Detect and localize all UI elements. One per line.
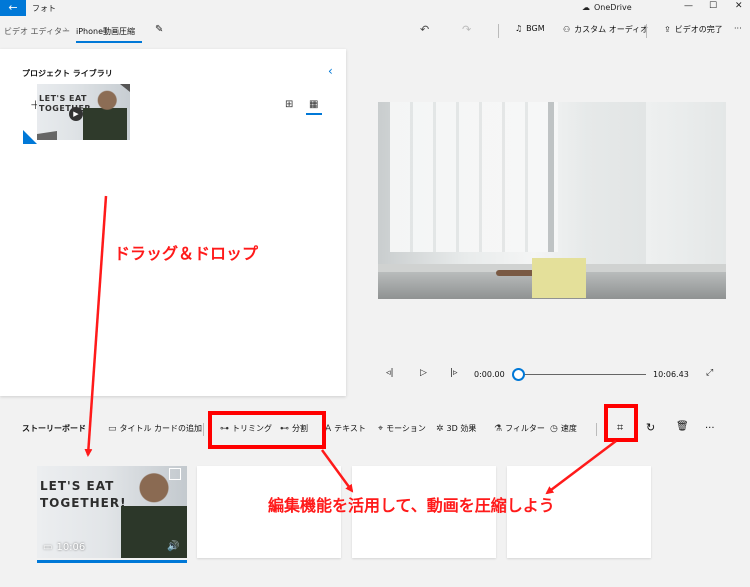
custom-audio-label: カスタム オーディオ [574, 25, 649, 34]
rotate-icon[interactable]: ↻ [646, 421, 655, 434]
motion-button[interactable]: ⌖ モーション [378, 423, 426, 434]
add-title-card-label: タイトル カードの追加 [119, 424, 203, 433]
motion-icon: ⌖ [378, 423, 384, 434]
close-button[interactable]: ✕ [735, 1, 743, 11]
onedrive-status[interactable]: ☁ OneDrive [582, 3, 632, 12]
filter-icon: ⚗ [494, 423, 503, 434]
cloud-icon: ☁ [582, 3, 590, 12]
volume-icon[interactable]: 🔊 [167, 541, 179, 552]
audio-icon: ⚇ [563, 25, 571, 34]
total-time: 10:06.43 [653, 370, 689, 379]
previous-frame-icon[interactable]: ◃| [386, 368, 394, 378]
seek-bar[interactable] [518, 374, 646, 375]
back-button[interactable]: ← [0, 0, 26, 16]
app-title: フォト [32, 4, 56, 13]
clip-select-checkbox[interactable] [169, 468, 181, 480]
clip-duration-value: 10:06 [56, 542, 86, 553]
title-card-icon: ▭ [108, 423, 117, 434]
effects-icon: ✲ [436, 423, 444, 434]
storyboard-clips: LET'S EAT TOGETHER! ▭ 10:06 🔊 [0, 460, 750, 587]
custom-audio-button[interactable]: ⚇ カスタム オーディオ [563, 24, 648, 35]
clip-caption: LET'S EAT TOGETHER! [40, 478, 127, 512]
storyboard-divider [596, 423, 597, 436]
toolbar-divider [498, 24, 499, 38]
delete-icon[interactable]: 🗑 [676, 421, 689, 432]
minimize-button[interactable]: — [684, 1, 693, 11]
player-controls: ◃| ▷ |▹ 0:00.00 10:06.43 ⤢ [378, 364, 726, 384]
clip-duration: ▭ 10:06 [43, 542, 85, 553]
onedrive-label: OneDrive [594, 3, 632, 12]
preview-scene-window-frame [548, 102, 554, 252]
music-note-icon: ♫ [515, 24, 523, 33]
selected-corner-marker [23, 130, 37, 144]
storyboard-title: ストーリーボード [22, 424, 86, 433]
text-label: テキスト [334, 424, 366, 433]
toolbar-divider [646, 24, 647, 38]
storyboard-divider [203, 423, 204, 436]
speed-button[interactable]: ◷ 速度 [550, 423, 577, 434]
3d-effects-label: 3D 効果 [446, 424, 477, 433]
text-button[interactable]: A テキスト [325, 423, 366, 434]
filter-button[interactable]: ⚗ フィルター [494, 423, 545, 434]
motion-label: モーション [386, 424, 426, 433]
small-grid-view-icon[interactable]: ▦ [309, 99, 318, 110]
preview-scene-window [390, 102, 558, 252]
bgm-button[interactable]: ♫ BGM [515, 24, 545, 33]
clip-caption-line: LET'S EAT [40, 479, 115, 493]
add-title-card-button[interactable]: ▭ タイトル カードの追加 [108, 423, 202, 434]
filter-label: フィルター [505, 424, 545, 433]
back-arrow-icon: ← [8, 1, 18, 14]
bgm-label: BGM [526, 24, 545, 33]
drag-drop-annotation: ドラッグ＆ドロップ [114, 244, 259, 263]
speed-label: 速度 [560, 424, 577, 433]
play-icon[interactable]: ▷ [420, 368, 427, 378]
storyboard-clip[interactable]: LET'S EAT TOGETHER! ▭ 10:06 🔊 [37, 466, 187, 558]
speed-icon: ◷ [550, 423, 558, 434]
redo-icon[interactable]: ↷ [462, 23, 471, 36]
maximize-button[interactable]: ☐ [709, 1, 717, 11]
compress-hint-annotation: 編集機能を活用して、動画を圧縮しよう [268, 496, 555, 515]
editor-toolbar: ビデオ エディター › iPhone動画圧縮 ✎ ↶ ↷ ♫ BGM ⚇ カスタ… [0, 17, 750, 45]
storyboard-more-button[interactable]: ··· [705, 423, 715, 434]
next-frame-icon[interactable]: |▹ [450, 368, 458, 378]
video-icon: ▭ [43, 542, 53, 553]
breadcrumb-video-editor[interactable]: ビデオ エディター [4, 26, 70, 37]
finish-video-label: ビデオの完了 [674, 25, 723, 34]
more-options-button[interactable]: ··· [734, 24, 742, 33]
thumbnail-frame-marks [37, 84, 130, 140]
export-icon: ⇪ [664, 25, 671, 34]
finish-video-button[interactable]: ⇪ ビデオの完了 [664, 24, 723, 35]
project-library-title: プロジェクト ライブラリ [22, 69, 113, 78]
collapse-chevron-icon[interactable]: ‹ [328, 64, 333, 78]
preview-scene-bag [532, 258, 586, 298]
library-video-thumbnail[interactable]: LET'S EAT TOGETHER ▶ [37, 84, 130, 140]
fullscreen-icon[interactable]: ⤢ [706, 368, 713, 378]
current-time: 0:00.00 [474, 370, 505, 379]
3d-effects-button[interactable]: ✲ 3D 効果 [436, 423, 476, 434]
breadcrumb-separator: › [64, 25, 68, 35]
large-grid-view-icon[interactable]: ⊞ [285, 99, 293, 110]
view-selected-indicator [306, 113, 322, 115]
clip-selected-bar [37, 560, 187, 563]
pencil-icon[interactable]: ✎ [155, 24, 163, 35]
seek-handle[interactable] [512, 368, 525, 381]
title-bar: ← フォト ☁ OneDrive — ☐ ✕ [0, 0, 750, 16]
highlight-box-trim-split [208, 411, 326, 449]
video-preview[interactable] [378, 102, 726, 299]
highlight-box-resize [604, 404, 638, 442]
clip-caption-line: TOGETHER! [40, 496, 127, 510]
breadcrumb-underline [76, 41, 142, 43]
breadcrumb-project-name: iPhone動画圧縮 [76, 27, 136, 36]
undo-icon[interactable]: ↶ [420, 23, 429, 36]
